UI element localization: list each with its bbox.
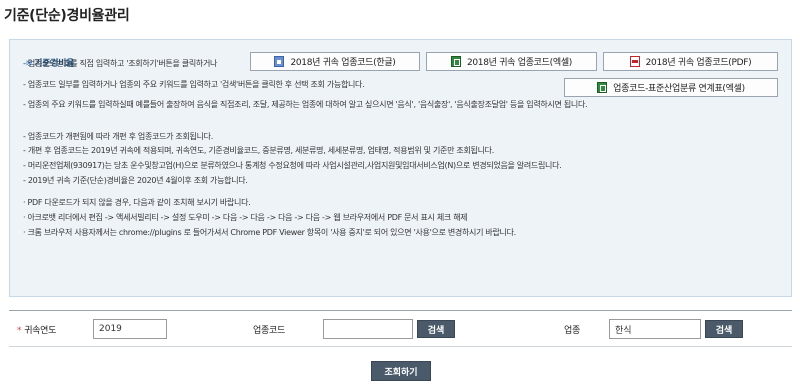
year-label-text: 귀속연도 — [24, 326, 57, 336]
page-title: 기준(단순)경비율관리 — [4, 8, 130, 24]
note-item: - 머리운전업체(930917)는 당초 운수및창고업(H)으로 분류하였으나 … — [23, 161, 562, 170]
search-form: *귀속연도 업종코드 검색 업종 검색 — [9, 310, 792, 347]
download-hwp-button[interactable]: 2018년 귀속 업종코드(한글) — [250, 52, 420, 71]
note-item: - 업종코드가 개편됨에 따라 개편 후 업종코드가 조회됩니다. — [23, 132, 213, 141]
note-item: - 업종의 주요 키워드를 입력하실때 예를들어 출장하여 음식을 직접조리, … — [23, 100, 588, 109]
code-label: 업종코드 — [253, 326, 285, 336]
note-item: - 2019년 귀속 기준(단순)경비율은 2020년 4월이후 조회 가능합니… — [23, 176, 248, 185]
pdf-file-icon — [629, 56, 640, 67]
download-excel-label: 2018년 귀속 업종코드(엑셀) — [466, 58, 573, 68]
download-hwp-label: 2018년 귀속 업종코드(한글) — [290, 58, 396, 68]
query-button[interactable]: 조회하기 — [371, 361, 431, 381]
required-mark: * — [17, 326, 22, 336]
download-pdf-label: 2018년 귀속 업종코드(PDF) — [645, 58, 752, 68]
industry-code-input[interactable] — [323, 319, 413, 339]
excel-file-icon — [597, 82, 608, 93]
note-item: - 업종코드 일부를 입력하거나 업종의 주요 키워드를 입력하고 '검색'버튼… — [23, 80, 365, 89]
note-item: · PDF 다운로드가 되지 않을 경우, 다음과 같이 조치해 보시기 바랍니… — [23, 198, 251, 207]
excel-file-icon — [450, 56, 461, 67]
download-mapping-label: 업종코드-표준산업분류 연계표(엑셀) — [613, 84, 745, 94]
note-item: - 업종코드번호를 직접 입력하고 '조회하기'버튼을 클릭하거나 — [23, 59, 218, 68]
industry-keyword-input[interactable] — [609, 319, 701, 339]
note-item: · 아크로뱃 리더에서 편집 -> 액세서빌리티 -> 설정 도우미 -> 다음… — [23, 213, 468, 222]
note-item: - 개편 후 업종코드는 2019년 귀속에 적용되며, 귀속연도, 기준경비율… — [23, 146, 494, 155]
year-input[interactable] — [93, 319, 167, 339]
code-search-button[interactable]: 검색 — [417, 320, 455, 338]
industry-search-button[interactable]: 검색 — [705, 320, 743, 338]
download-excel-button[interactable]: 2018년 귀속 업종코드(엑셀) — [426, 52, 597, 71]
download-mapping-button[interactable]: 업종코드-표준산업분류 연계표(엑셀) — [564, 78, 778, 97]
year-label: * 귀속연도 — [17, 323, 56, 336]
download-pdf-button[interactable]: 2018년 귀속 업종코드(PDF) — [603, 52, 778, 71]
hwp-file-icon — [274, 56, 285, 67]
note-item: · 크롬 브라우저 사용자께서는 chrome://plugins 로 들어가셔… — [23, 228, 516, 237]
industry-label: 업종 — [564, 326, 580, 336]
